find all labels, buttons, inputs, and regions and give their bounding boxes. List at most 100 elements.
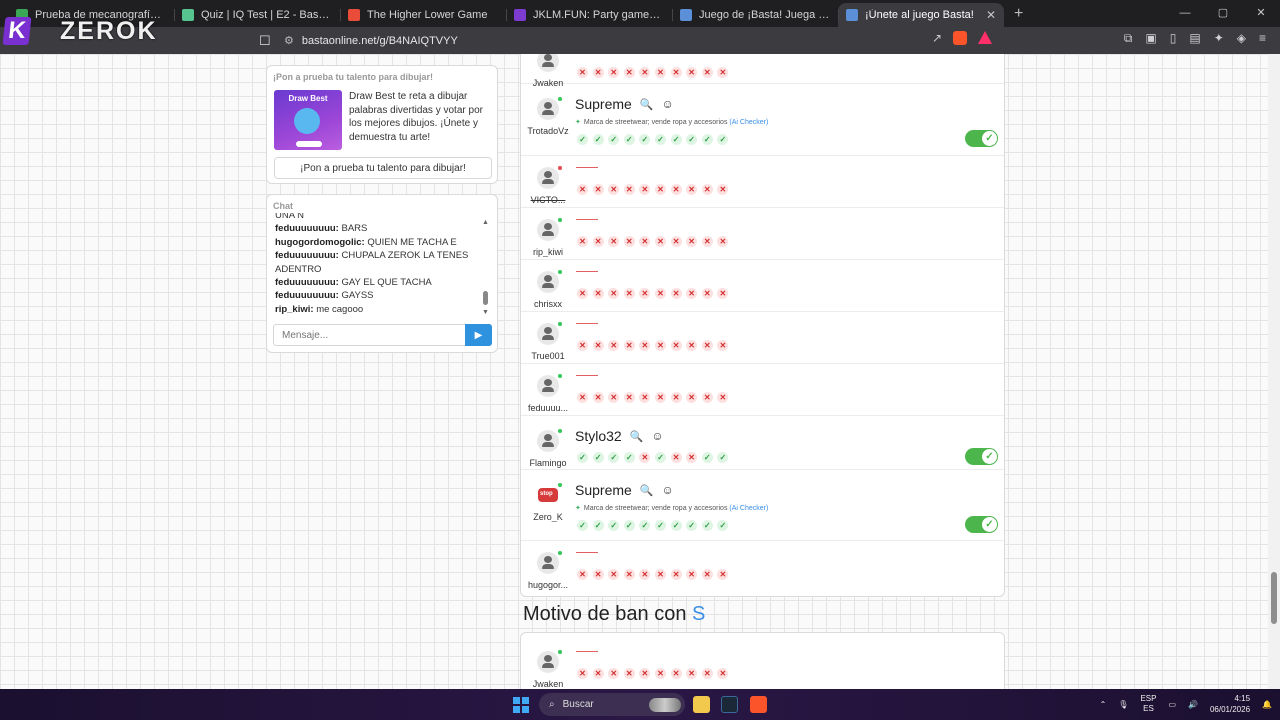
cross-mark-icon: ✕: [701, 392, 713, 403]
draw-best-image[interactable]: Draw Best: [274, 90, 342, 150]
chat-send-button[interactable]: ▶: [465, 324, 492, 346]
taskbar: ⌕ Buscar ⌃ 🎙 ESP ES ▭ 🔊 4:15 06/01/2026 …: [0, 689, 1280, 720]
tab-title: JKLM.FUN: Party games — PC & Sma: [533, 9, 664, 21]
cross-mark-icon: ✕: [577, 66, 588, 78]
player-name: Flamingo: [529, 458, 567, 468]
emoji-reaction-icon[interactable]: ☺: [662, 97, 674, 111]
cross-mark-icon: ✕: [639, 236, 651, 247]
browser-tab[interactable]: Quiz | IQ Test | E2 - Baseline » Blosso: [174, 3, 340, 27]
ai-checker-label: (Ai Checker): [729, 505, 769, 512]
language-indicator[interactable]: ESP ES: [1140, 694, 1156, 714]
tab-favicon-icon: [182, 9, 194, 21]
brave-rewards-icon[interactable]: [978, 31, 993, 44]
cross-mark-icon: ✕: [686, 340, 698, 351]
wallet-icon[interactable]: ▤: [1189, 31, 1200, 46]
minimize-button[interactable]: —: [1166, 0, 1204, 26]
validate-toggle[interactable]: [965, 130, 998, 147]
cross-mark-icon: ✕: [654, 236, 666, 247]
maximize-button[interactable]: ▢: [1204, 0, 1242, 26]
chevron-up-icon[interactable]: ⌃: [1100, 700, 1107, 709]
empty-answer-dash: [576, 651, 598, 652]
cross-mark-icon: ✕: [686, 392, 698, 403]
empty-answer-dash: [576, 375, 598, 376]
chat-clipped-line: UNA N: [275, 213, 305, 221]
brave-taskbar-icon[interactable]: [750, 696, 767, 713]
scroll-up-icon[interactable]: ▲: [482, 219, 489, 226]
sidebar-icon[interactable]: ▯: [1170, 31, 1177, 46]
player-name: TrotadoVz: [527, 126, 569, 136]
empty-answer-dash: [576, 552, 598, 553]
vote-marks: ✕ ✕ ✕ ✕ ✕ ✕ ✕ ✕ ✕ ✕: [577, 66, 729, 78]
chat-scrollbar[interactable]: ▲ ▼: [482, 217, 490, 317]
microphone-icon[interactable]: 🎙: [1118, 700, 1128, 709]
close-window-button[interactable]: ✕: [1242, 0, 1280, 26]
cross-mark-icon: ✕: [608, 236, 620, 247]
chat-message-input[interactable]: [273, 324, 466, 346]
check-mark-icon: ✓: [608, 520, 620, 531]
cross-mark-icon: ✕: [686, 452, 698, 463]
scroll-down-icon[interactable]: ▼: [482, 309, 489, 316]
steam-icon[interactable]: [721, 696, 738, 713]
cross-mark-icon: ✕: [701, 668, 713, 679]
ai-description: ✦ Marca de streetwear; vende ropa y acces…: [575, 504, 768, 512]
ban-card: Jwaken ✕ ✕ ✕ ✕ ✕ ✕ ✕ ✕ ✕ ✕: [520, 632, 1005, 689]
cross-mark-icon: ✕: [577, 184, 588, 195]
page-scroll-thumb[interactable]: [1271, 572, 1277, 624]
windows-start-icon[interactable]: [513, 697, 529, 713]
section-title-text: Motivo de ban con: [523, 603, 687, 625]
search-icon[interactable]: 🔍: [640, 98, 654, 111]
chat-message-text: BARS: [341, 223, 368, 235]
browser-tab[interactable]: The Higher Lower Game: [340, 3, 506, 27]
url-field[interactable]: ⚙ bastaonline.net/g/B4NAIQTVYY: [284, 31, 984, 50]
chat-scroll-thumb[interactable]: [483, 291, 488, 305]
search-icon[interactable]: 🔍: [640, 484, 654, 497]
cross-mark-icon: ✕: [577, 668, 588, 679]
cross-mark-icon: ✕: [608, 184, 620, 195]
extensions-icon[interactable]: ⧉: [1124, 31, 1133, 46]
volume-icon[interactable]: 🔊: [1188, 700, 1198, 709]
browser-tab[interactable]: Juego de ¡Basta! Juega Stop, Tutti Fru: [672, 3, 838, 27]
menu-icon[interactable]: ≡: [1259, 31, 1266, 46]
status-dot: [558, 322, 562, 326]
emoji-reaction-icon[interactable]: ☺: [662, 483, 674, 497]
user-avatar: [537, 98, 559, 120]
file-explorer-icon[interactable]: [693, 696, 710, 713]
cross-mark-icon: ✕: [577, 340, 588, 351]
bookmark-icon[interactable]: ☐: [259, 33, 271, 49]
search-icon[interactable]: 🔍: [630, 430, 644, 443]
validate-toggle[interactable]: [965, 448, 998, 465]
cross-mark-icon: ✕: [639, 452, 651, 463]
cross-mark-icon: ✕: [623, 288, 635, 299]
taskbar-search[interactable]: ⌕ Buscar: [539, 693, 685, 716]
answer-text: Supreme: [575, 96, 632, 112]
page-scrollbar[interactable]: [1268, 54, 1280, 689]
brush-icon: [294, 108, 320, 134]
leo-ai-icon[interactable]: ✦: [1214, 31, 1224, 46]
notifications-icon[interactable]: 🔔: [1262, 700, 1272, 709]
check-mark-icon: ✓: [623, 452, 635, 463]
cross-mark-icon: ✕: [608, 569, 620, 580]
brave-shields-icon[interactable]: [953, 31, 968, 45]
site-info-icon[interactable]: ⚙: [284, 34, 294, 47]
player-name: VICTO...: [530, 195, 566, 205]
network-icon[interactable]: ▭: [1168, 700, 1176, 709]
cross-mark-icon: ✕: [670, 668, 682, 679]
validate-toggle[interactable]: [965, 516, 998, 533]
ad-button[interactable]: ¡Pon a prueba tu talento para dibujar!: [274, 157, 492, 179]
browser-tab[interactable]: ¡Únete al juego Basta! ✕: [838, 3, 1004, 27]
check-mark-icon: ✓: [670, 134, 682, 145]
vpn-icon[interactable]: ◈: [1237, 31, 1246, 46]
share-icon[interactable]: ↗: [932, 31, 942, 45]
cross-mark-icon: ✕: [654, 392, 666, 403]
emoji-reaction-icon[interactable]: ☺: [651, 429, 663, 443]
vote-marks: ✕ ✕ ✕ ✕ ✕ ✕ ✕ ✕ ✕ ✕: [577, 392, 729, 403]
media-icon[interactable]: ▣: [1145, 31, 1156, 46]
cross-mark-icon: ✕: [592, 236, 604, 247]
new-tab-button[interactable]: +: [1004, 5, 1033, 27]
chat-messages[interactable]: UNA N feduuuuuuuu: BARS hugogordomogolic:…: [275, 213, 483, 317]
player-name: hugogor...: [527, 580, 569, 590]
browser-tab[interactable]: JKLM.FUN: Party games — PC & Sma: [506, 3, 672, 27]
clock[interactable]: 4:15 06/01/2026: [1210, 693, 1250, 715]
clock-date: 06/01/2026: [1209, 705, 1251, 714]
tab-close-icon[interactable]: ✕: [986, 8, 996, 22]
